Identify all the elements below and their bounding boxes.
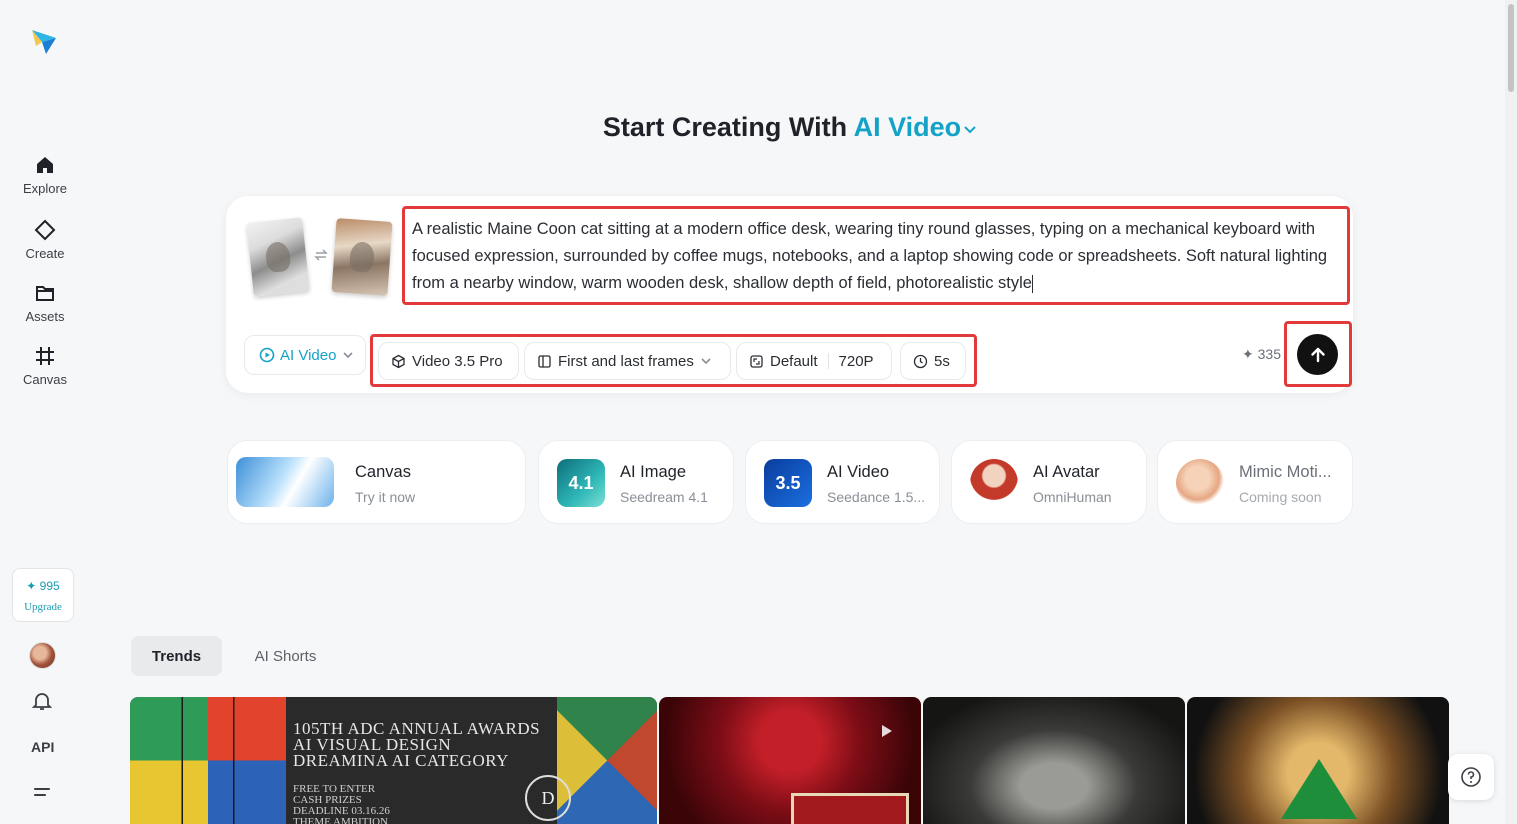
tool-name: Mimic Moti... [1239, 463, 1332, 481]
dreamina-logo[interactable] [26, 24, 60, 58]
text-caret [1031, 274, 1033, 293]
frames-selector[interactable]: First and last frames [524, 342, 731, 380]
clock-icon [913, 354, 928, 368]
canvas-icon [36, 347, 54, 365]
mimic-motion-thumbnail [1176, 459, 1224, 507]
frames-label: First and last frames [558, 352, 694, 370]
aspect-ratio-label: Default [770, 352, 818, 370]
resolution-label: 720P [838, 352, 874, 370]
tool-card-canvas[interactable]: Canvas Try it now [227, 440, 526, 524]
credit-cost: ✦ 335 [1242, 346, 1281, 362]
ai-image-app-icon: 4.1 [557, 459, 605, 507]
sidebar-item-label: Canvas [22, 372, 68, 387]
tool-card-ai-image[interactable]: 4.1 AI Image Seedream 4.1 [538, 440, 734, 524]
play-icon [882, 725, 892, 737]
page-title-prefix: Start Creating With [602, 112, 848, 142]
tool-card-ai-avatar[interactable]: AI Avatar OmniHuman [951, 440, 1147, 524]
arrow-up-icon [1310, 347, 1325, 362]
last-frame-thumbnail[interactable] [331, 218, 393, 296]
tab-ai-shorts[interactable]: AI Shorts [238, 636, 333, 676]
create-icon [34, 219, 56, 241]
ai-video-app-icon: 3.5 [764, 459, 812, 507]
tool-subtitle: Seedream 4.1 [620, 489, 708, 505]
prompt-text: A realistic Maine Coon cat sitting at a … [412, 220, 1328, 292]
awards-details: FREE TO ENTER CASH PRIZES DEADLINE 03.16… [293, 783, 390, 824]
bell-icon[interactable] [31, 690, 53, 712]
home-icon [37, 157, 53, 173]
tool-subtitle: Seedance 1.5... [827, 489, 926, 505]
frames-icon [538, 354, 551, 368]
tab-label: AI Shorts [254, 647, 317, 665]
sidebar-item-assets[interactable]: Assets [10, 282, 80, 326]
awards-headline: 105TH ADC ANNUAL AWARDS AI VISUAL DESIGN… [293, 719, 541, 770]
tool-subtitle: OmniHuman [1033, 489, 1112, 505]
upgrade-link[interactable]: Upgrade [13, 601, 73, 613]
chevron-down-icon [343, 352, 354, 359]
sidebar-item-label: Explore [22, 181, 68, 196]
cat-figure [264, 240, 292, 274]
star-balloon [1281, 759, 1357, 819]
duration-label: 5s [934, 352, 950, 370]
scrollbar-thumb[interactable] [1508, 4, 1514, 92]
tool-name: AI Video [827, 463, 890, 481]
mosaic-artwork [130, 697, 286, 824]
aspect-ratio-icon [750, 354, 763, 368]
tool-name: AI Avatar [1033, 463, 1100, 481]
tool-subtitle: Try it now [355, 489, 416, 505]
mode-dropdown-label: AI Video [280, 346, 337, 364]
menu-icon[interactable] [33, 785, 51, 799]
tool-name: Canvas [355, 463, 411, 481]
tool-name: AI Image [620, 463, 687, 481]
sidebar-item-label: Create [25, 246, 65, 261]
cat-figure [348, 241, 376, 273]
question-icon [1461, 767, 1481, 787]
mode-switcher[interactable]: AI Video [854, 112, 978, 142]
canvas-thumbnail [236, 457, 334, 507]
tool-card-ai-video[interactable]: 3.5 AI Video Seedance 1.5... [745, 440, 940, 524]
help-button[interactable] [1448, 754, 1494, 800]
credits-upgrade-box[interactable]: ✦ 995 Upgrade [12, 568, 74, 622]
prompt-input[interactable]: A realistic Maine Coon cat sitting at a … [402, 206, 1350, 305]
adc-logo: D [525, 775, 571, 821]
chevron-down-icon [964, 126, 976, 134]
mosaic-artwork [557, 697, 657, 824]
gallery-card-red-bow[interactable] [659, 697, 921, 824]
avatar[interactable] [29, 642, 56, 669]
gallery-card-portrait[interactable] [923, 697, 1185, 824]
model-label: Video 3.5 Pro [412, 352, 503, 370]
decoration-lights [791, 793, 909, 824]
gallery-card-star-balloon[interactable] [1187, 697, 1449, 824]
mode-switcher-label: AI Video [853, 112, 962, 142]
duration-selector[interactable]: 5s [900, 342, 966, 380]
credit-balance: ✦ 995 [26, 579, 60, 593]
model-selector[interactable]: Video 3.5 Pro [378, 342, 519, 380]
video-mode-icon [259, 347, 275, 363]
tool-subtitle: Coming soon [1239, 489, 1322, 505]
sidebar-item-label: Assets [25, 309, 65, 324]
folder-icon [36, 286, 54, 301]
sidebar-item-create[interactable]: Create [10, 219, 80, 263]
sidebar-item-canvas[interactable]: Canvas [10, 345, 80, 389]
generate-button[interactable] [1297, 334, 1338, 375]
tool-card-mimic-motion: Mimic Moti... Coming soon [1157, 440, 1353, 524]
api-link[interactable]: API [31, 739, 54, 755]
tab-trends[interactable]: Trends [131, 636, 222, 676]
ai-avatar-thumbnail [970, 459, 1018, 507]
generation-options-group: Video 3.5 Pro First and last frames Defa… [370, 334, 977, 387]
divider [827, 353, 829, 369]
mode-dropdown[interactable]: AI Video [244, 335, 366, 375]
sidebar-item-explore[interactable]: Explore [10, 154, 80, 198]
swap-icon[interactable] [314, 248, 328, 262]
first-frame-thumbnail[interactable] [246, 217, 310, 297]
gallery-card-adc-awards[interactable]: 105TH ADC ANNUAL AWARDS AI VISUAL DESIGN… [130, 697, 657, 824]
page-title: Start Creating With AI Video [0, 112, 1517, 143]
send-button-frame [1284, 321, 1352, 387]
cube-icon [392, 354, 405, 368]
aspect-resolution-selector[interactable]: Default 720P [736, 342, 892, 380]
prompt-card: A realistic Maine Coon cat sitting at a … [226, 196, 1353, 393]
chevron-down-icon [701, 358, 711, 365]
tab-label: Trends [151, 647, 202, 665]
